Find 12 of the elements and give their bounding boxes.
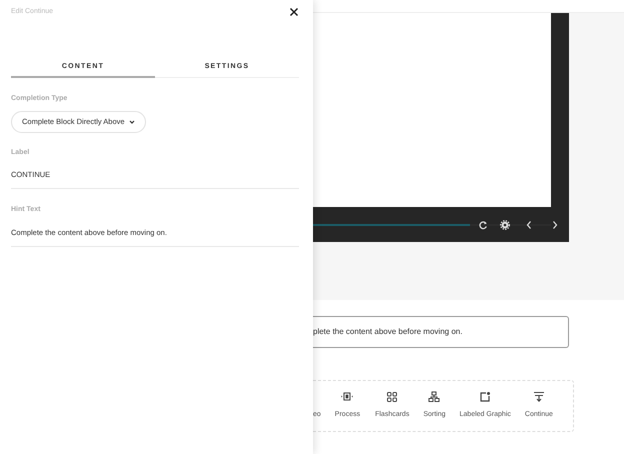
chevron-right-icon[interactable] bbox=[550, 220, 560, 230]
hint-text: plete the content above before moving on. bbox=[313, 326, 462, 338]
hierarchy-icon bbox=[428, 390, 440, 402]
image-add-icon bbox=[479, 390, 492, 402]
refresh-icon[interactable] bbox=[478, 220, 488, 230]
continue-icon bbox=[532, 390, 545, 402]
chevron-left-icon[interactable] bbox=[524, 220, 534, 230]
settings-icon[interactable] bbox=[500, 220, 510, 230]
process-icon bbox=[341, 390, 354, 402]
caret-icon bbox=[129, 120, 135, 124]
close-icon[interactable] bbox=[289, 7, 299, 18]
grid-icon bbox=[386, 390, 398, 402]
